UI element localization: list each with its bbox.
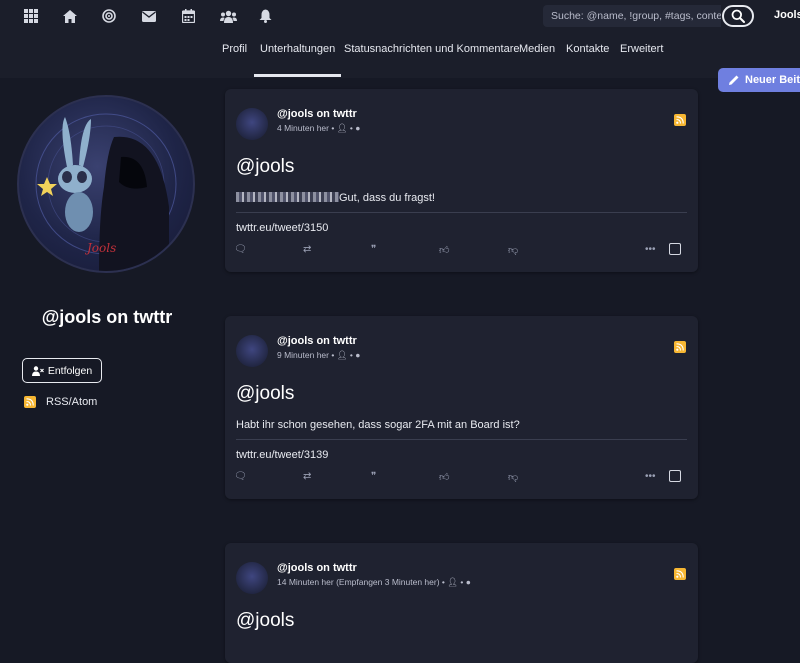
post-title: @jools xyxy=(236,383,295,404)
like-icon[interactable]: 👍︎ xyxy=(439,244,449,256)
comment-icon[interactable]: 🗨︎ xyxy=(234,471,247,482)
target-icon[interactable] xyxy=(100,7,118,25)
tab-unterhaltungen[interactable]: Unterhaltungen xyxy=(253,43,342,77)
rss-label: RSS/Atom xyxy=(46,396,98,408)
dislike-icon[interactable]: 👎︎ xyxy=(508,244,518,256)
post-avatar[interactable] xyxy=(236,108,268,140)
post-time[interactable]: 4 Minuten her xyxy=(277,123,329,133)
reshare-icon[interactable]: ⇄ xyxy=(303,244,311,255)
post-link[interactable]: twttr.eu/tweet/3150 xyxy=(236,222,328,234)
tab-profil[interactable]: Profil xyxy=(222,43,247,55)
post-avatar[interactable] xyxy=(236,335,268,367)
post-author[interactable]: @jools on twttr xyxy=(277,562,357,574)
lock-icon: • 👤︎ • xyxy=(331,123,356,133)
post-time[interactable]: 9 Minuten her xyxy=(277,350,329,360)
post-text: Gut, dass du fragst! xyxy=(339,192,435,204)
lock-icon: • 👤︎ • xyxy=(331,350,356,360)
post-card: @jools on twttr 14 Minuten her (Empfange… xyxy=(225,543,698,663)
svg-text:Jools: Jools xyxy=(84,241,116,255)
tab-medien[interactable]: Medien xyxy=(519,43,555,55)
apps-icon[interactable] xyxy=(22,7,40,25)
tab-kontakte[interactable]: Kontakte xyxy=(566,43,609,55)
divider xyxy=(236,439,687,440)
search-button[interactable] xyxy=(722,5,754,27)
unfollow-label: Entfolgen xyxy=(47,364,93,377)
profile-name: @jools on twttr xyxy=(41,307,173,327)
rss-icon[interactable] xyxy=(674,338,686,356)
user-remove-icon xyxy=(31,365,44,376)
like-icon[interactable]: 👍︎ xyxy=(439,471,449,483)
post-card: @jools on twttr 4 Minuten her • 👤︎ • ● @… xyxy=(225,89,698,272)
post-body: Gut, dass du fragst! xyxy=(236,192,435,204)
quote-icon[interactable]: ❞ xyxy=(371,471,376,482)
tab-statusnachrichten[interactable]: Statusnachrichten und Kommentare xyxy=(344,43,520,55)
top-navbar: Suche: @name, !group, #tags, content Joo… xyxy=(0,0,800,32)
bell-icon[interactable] xyxy=(256,7,274,25)
search-input[interactable]: Suche: @name, !group, #tags, content xyxy=(543,5,721,27)
home-icon[interactable] xyxy=(61,7,79,25)
select-checkbox[interactable] xyxy=(669,243,681,255)
globe-icon: ● xyxy=(465,577,471,587)
post-author[interactable]: @jools on twttr xyxy=(277,335,357,347)
divider xyxy=(236,212,687,213)
post-meta: 14 Minuten her (Empfangen 3 Minuten her)… xyxy=(277,577,471,588)
mail-icon[interactable] xyxy=(140,7,158,25)
new-post-button[interactable]: Neuer Beit xyxy=(718,68,800,92)
select-checkbox[interactable] xyxy=(669,470,681,482)
globe-icon: ● xyxy=(355,350,361,360)
post-link[interactable]: twttr.eu/tweet/3139 xyxy=(236,449,328,461)
lock-icon: • 👤︎ • xyxy=(441,577,466,587)
dislike-icon[interactable]: 👎︎ xyxy=(508,471,518,483)
profile-tabs: Profil Unterhaltungen Statusnachrichten … xyxy=(0,32,800,92)
quote-icon[interactable]: ❞ xyxy=(371,244,376,255)
globe-icon: ● xyxy=(355,123,361,133)
redacted-text xyxy=(236,192,339,202)
rss-atom-link[interactable]: RSS/Atom xyxy=(24,396,97,408)
post-author[interactable]: @jools on twttr xyxy=(277,108,357,120)
tab-erweitert[interactable]: Erweitert xyxy=(620,43,663,55)
more-icon[interactable]: ••• xyxy=(645,244,656,255)
post-actions: 🗨︎ ⇄ ❞ 👍︎ 👎︎ ••• xyxy=(225,244,698,258)
pencil-icon xyxy=(729,75,739,85)
group-icon[interactable] xyxy=(219,7,237,25)
post-actions: 🗨︎ ⇄ ❞ 👍︎ 👎︎ ••• xyxy=(225,471,698,485)
post-meta: 9 Minuten her • 👤︎ • ● xyxy=(277,350,360,361)
rss-icon[interactable] xyxy=(674,565,686,583)
post-card: @jools on twttr 9 Minuten her • 👤︎ • ● @… xyxy=(225,316,698,499)
comment-icon[interactable]: 🗨︎ xyxy=(234,244,247,255)
post-time[interactable]: 14 Minuten her (Empfangen 3 Minuten her) xyxy=(277,577,440,587)
search-icon xyxy=(731,9,745,23)
calendar-icon[interactable] xyxy=(179,7,197,25)
new-post-label: Neuer Beit xyxy=(745,74,800,86)
user-menu[interactable]: Jools xyxy=(774,9,800,21)
post-meta: 4 Minuten her • 👤︎ • ● xyxy=(277,123,360,134)
post-avatar[interactable] xyxy=(236,562,268,594)
unfollow-button[interactable]: Entfolgen xyxy=(22,358,102,383)
post-title: @jools xyxy=(236,156,295,177)
post-title: @jools xyxy=(236,610,295,631)
reshare-icon[interactable]: ⇄ xyxy=(303,471,311,482)
avatar-image: Jools xyxy=(35,113,177,271)
rss-icon xyxy=(24,396,36,408)
profile-avatar[interactable]: Jools xyxy=(17,95,195,273)
more-icon[interactable]: ••• xyxy=(645,471,656,482)
rss-icon[interactable] xyxy=(674,111,686,129)
post-body: Habt ihr schon gesehen, dass sogar 2FA m… xyxy=(236,419,520,431)
